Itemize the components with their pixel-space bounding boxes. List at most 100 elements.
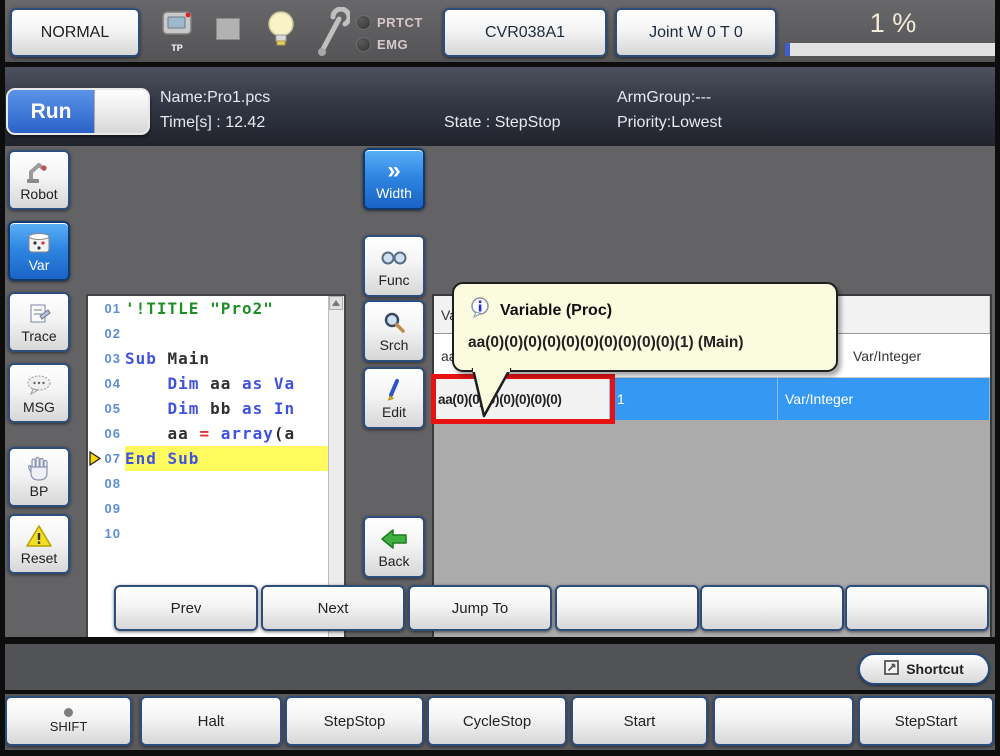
table-row-selected[interactable]: aa(0)(0)(0)(0)(0)(0)(0) 1 Var/Integer bbox=[434, 378, 990, 420]
sidebar-item-bp[interactable]: BP bbox=[8, 447, 70, 507]
tp-label: TP bbox=[153, 43, 201, 53]
lamp-icon[interactable] bbox=[266, 9, 296, 56]
code-text[interactable]: '!TITLE "Pro2" bbox=[125, 296, 328, 321]
magnifier-icon bbox=[382, 310, 406, 336]
left-frame bbox=[0, 0, 5, 756]
code-line[interactable]: 06 aa = array(a bbox=[88, 421, 328, 446]
pencil-icon bbox=[383, 377, 405, 403]
mode-button[interactable]: NORMAL bbox=[10, 8, 140, 57]
tool-width-button[interactable]: » Width bbox=[363, 148, 425, 210]
dice-icon bbox=[26, 230, 52, 256]
code-line[interactable]: 10 bbox=[88, 521, 328, 546]
tool-func-button[interactable]: Func bbox=[363, 235, 425, 297]
tool-back-button[interactable]: Back bbox=[363, 516, 425, 578]
variable-tooltip: Variable (Proc) aa(0)(0)(0)(0)(0)(0)(0)(… bbox=[452, 282, 838, 372]
tp-pendant-icon[interactable]: TP bbox=[153, 9, 201, 53]
line-marker bbox=[88, 496, 101, 521]
code-text[interactable] bbox=[125, 496, 328, 521]
shortcut-icon bbox=[884, 660, 899, 678]
speed-progress-fill bbox=[785, 43, 790, 56]
code-line[interactable]: 07End Sub bbox=[88, 446, 328, 471]
halt-button[interactable]: Halt bbox=[140, 696, 282, 746]
code-line[interactable]: 04 Dim aa as Va bbox=[88, 371, 328, 396]
code-text[interactable]: Sub Main bbox=[125, 346, 328, 371]
cyclestop-button[interactable]: CycleStop bbox=[427, 696, 567, 746]
code-text[interactable]: Dim aa as Va bbox=[125, 371, 328, 396]
divider bbox=[0, 637, 1000, 644]
code-text[interactable]: End Sub bbox=[125, 446, 328, 471]
code-text[interactable]: Dim bb as In bbox=[125, 396, 328, 421]
sidebar-item-var[interactable]: Var bbox=[8, 221, 70, 281]
variable-name-cell[interactable]: aa(0)(0)(0)(0)(0)(0)(0) bbox=[434, 378, 610, 420]
bottom-bar: SHIFT Halt StepStop CycleStop Start Step… bbox=[0, 694, 1000, 750]
glasses-icon bbox=[379, 245, 409, 271]
sidebar-item-trace[interactable]: Trace bbox=[8, 292, 70, 352]
code-text[interactable] bbox=[125, 471, 328, 496]
start-button[interactable]: Start bbox=[571, 696, 708, 746]
wrench-icon[interactable] bbox=[312, 7, 350, 62]
stepstop-button[interactable]: StepStop bbox=[285, 696, 424, 746]
line-number: 03 bbox=[101, 351, 125, 366]
variable-value-cell[interactable]: 1 bbox=[610, 378, 778, 420]
program-state: State : StepStop bbox=[444, 114, 561, 132]
function-button-5[interactable] bbox=[700, 585, 844, 631]
sidebar-item-msg[interactable]: MSG bbox=[8, 363, 70, 423]
code-text[interactable] bbox=[125, 321, 328, 346]
code-line[interactable]: 01'!TITLE "Pro2" bbox=[88, 296, 328, 321]
jump-to-button[interactable]: Jump To bbox=[408, 585, 552, 631]
code-line[interactable]: 02 bbox=[88, 321, 328, 346]
shortcut-bar: Shortcut bbox=[0, 644, 1000, 690]
sidebar-item-label: BP bbox=[30, 483, 49, 499]
sidebar-item-label: MSG bbox=[23, 399, 55, 415]
prev-label: Prev bbox=[171, 600, 202, 617]
bottom-empty-button[interactable] bbox=[713, 696, 854, 746]
next-label: Next bbox=[318, 600, 349, 617]
line-number: 06 bbox=[101, 426, 125, 441]
run-toggle[interactable]: Run bbox=[6, 88, 150, 135]
stop-square-icon[interactable] bbox=[216, 18, 240, 40]
line-number: 05 bbox=[101, 401, 125, 416]
hand-icon bbox=[27, 456, 51, 482]
stepstart-button[interactable]: StepStart bbox=[858, 696, 994, 746]
code-line[interactable]: 03Sub Main bbox=[88, 346, 328, 371]
tool-label: Srch bbox=[380, 337, 409, 353]
shift-label: SHIFT bbox=[50, 719, 88, 734]
status-bar: Run Name:Pro1.pcs Time[s] : 12.42 State … bbox=[0, 67, 1000, 146]
line-number: 02 bbox=[101, 326, 125, 341]
project-button[interactable]: CVR038A1 bbox=[443, 8, 607, 57]
prtct-indicator: PRTCT bbox=[356, 15, 423, 30]
prev-button[interactable]: Prev bbox=[114, 585, 258, 631]
next-button[interactable]: Next bbox=[261, 585, 405, 631]
function-button-6[interactable] bbox=[845, 585, 989, 631]
code-text[interactable] bbox=[125, 521, 328, 546]
run-toggle-knob[interactable] bbox=[94, 90, 148, 133]
code-line[interactable]: 09 bbox=[88, 496, 328, 521]
code-text[interactable]: aa = array(a bbox=[125, 421, 328, 446]
tool-edit-button[interactable]: Edit bbox=[363, 367, 425, 429]
current-line-arrow-icon bbox=[88, 446, 101, 471]
emg-indicator: EMG bbox=[356, 37, 408, 52]
sidebar-item-reset[interactable]: Reset bbox=[8, 514, 70, 574]
joint-mode-label: Joint W 0 T 0 bbox=[649, 24, 743, 42]
line-marker bbox=[88, 346, 101, 371]
sidebar-item-robot[interactable]: Robot bbox=[8, 150, 70, 210]
code-line[interactable]: 08 bbox=[88, 471, 328, 496]
shortcut-button[interactable]: Shortcut bbox=[858, 653, 990, 685]
shift-button[interactable]: SHIFT bbox=[5, 696, 132, 746]
line-number: 10 bbox=[101, 526, 125, 541]
tool-srch-button[interactable]: Srch bbox=[363, 300, 425, 362]
program-name: Name:Pro1.pcs bbox=[160, 89, 270, 107]
speed-progress-bar[interactable] bbox=[785, 43, 995, 56]
sidebar-item-label: Trace bbox=[21, 328, 56, 344]
sidebar-item-label: Var bbox=[29, 257, 50, 273]
line-number: 07 bbox=[101, 451, 125, 466]
jump-to-label: Jump To bbox=[452, 600, 508, 617]
top-bar: NORMAL TP bbox=[0, 0, 1000, 62]
info-icon bbox=[470, 297, 490, 324]
line-marker bbox=[88, 371, 101, 396]
right-frame bbox=[995, 0, 1000, 756]
code-line[interactable]: 05 Dim bb as In bbox=[88, 396, 328, 421]
joint-mode-button[interactable]: Joint W 0 T 0 bbox=[615, 8, 777, 57]
scroll-up-button[interactable] bbox=[329, 296, 343, 310]
function-button-4[interactable] bbox=[555, 585, 699, 631]
